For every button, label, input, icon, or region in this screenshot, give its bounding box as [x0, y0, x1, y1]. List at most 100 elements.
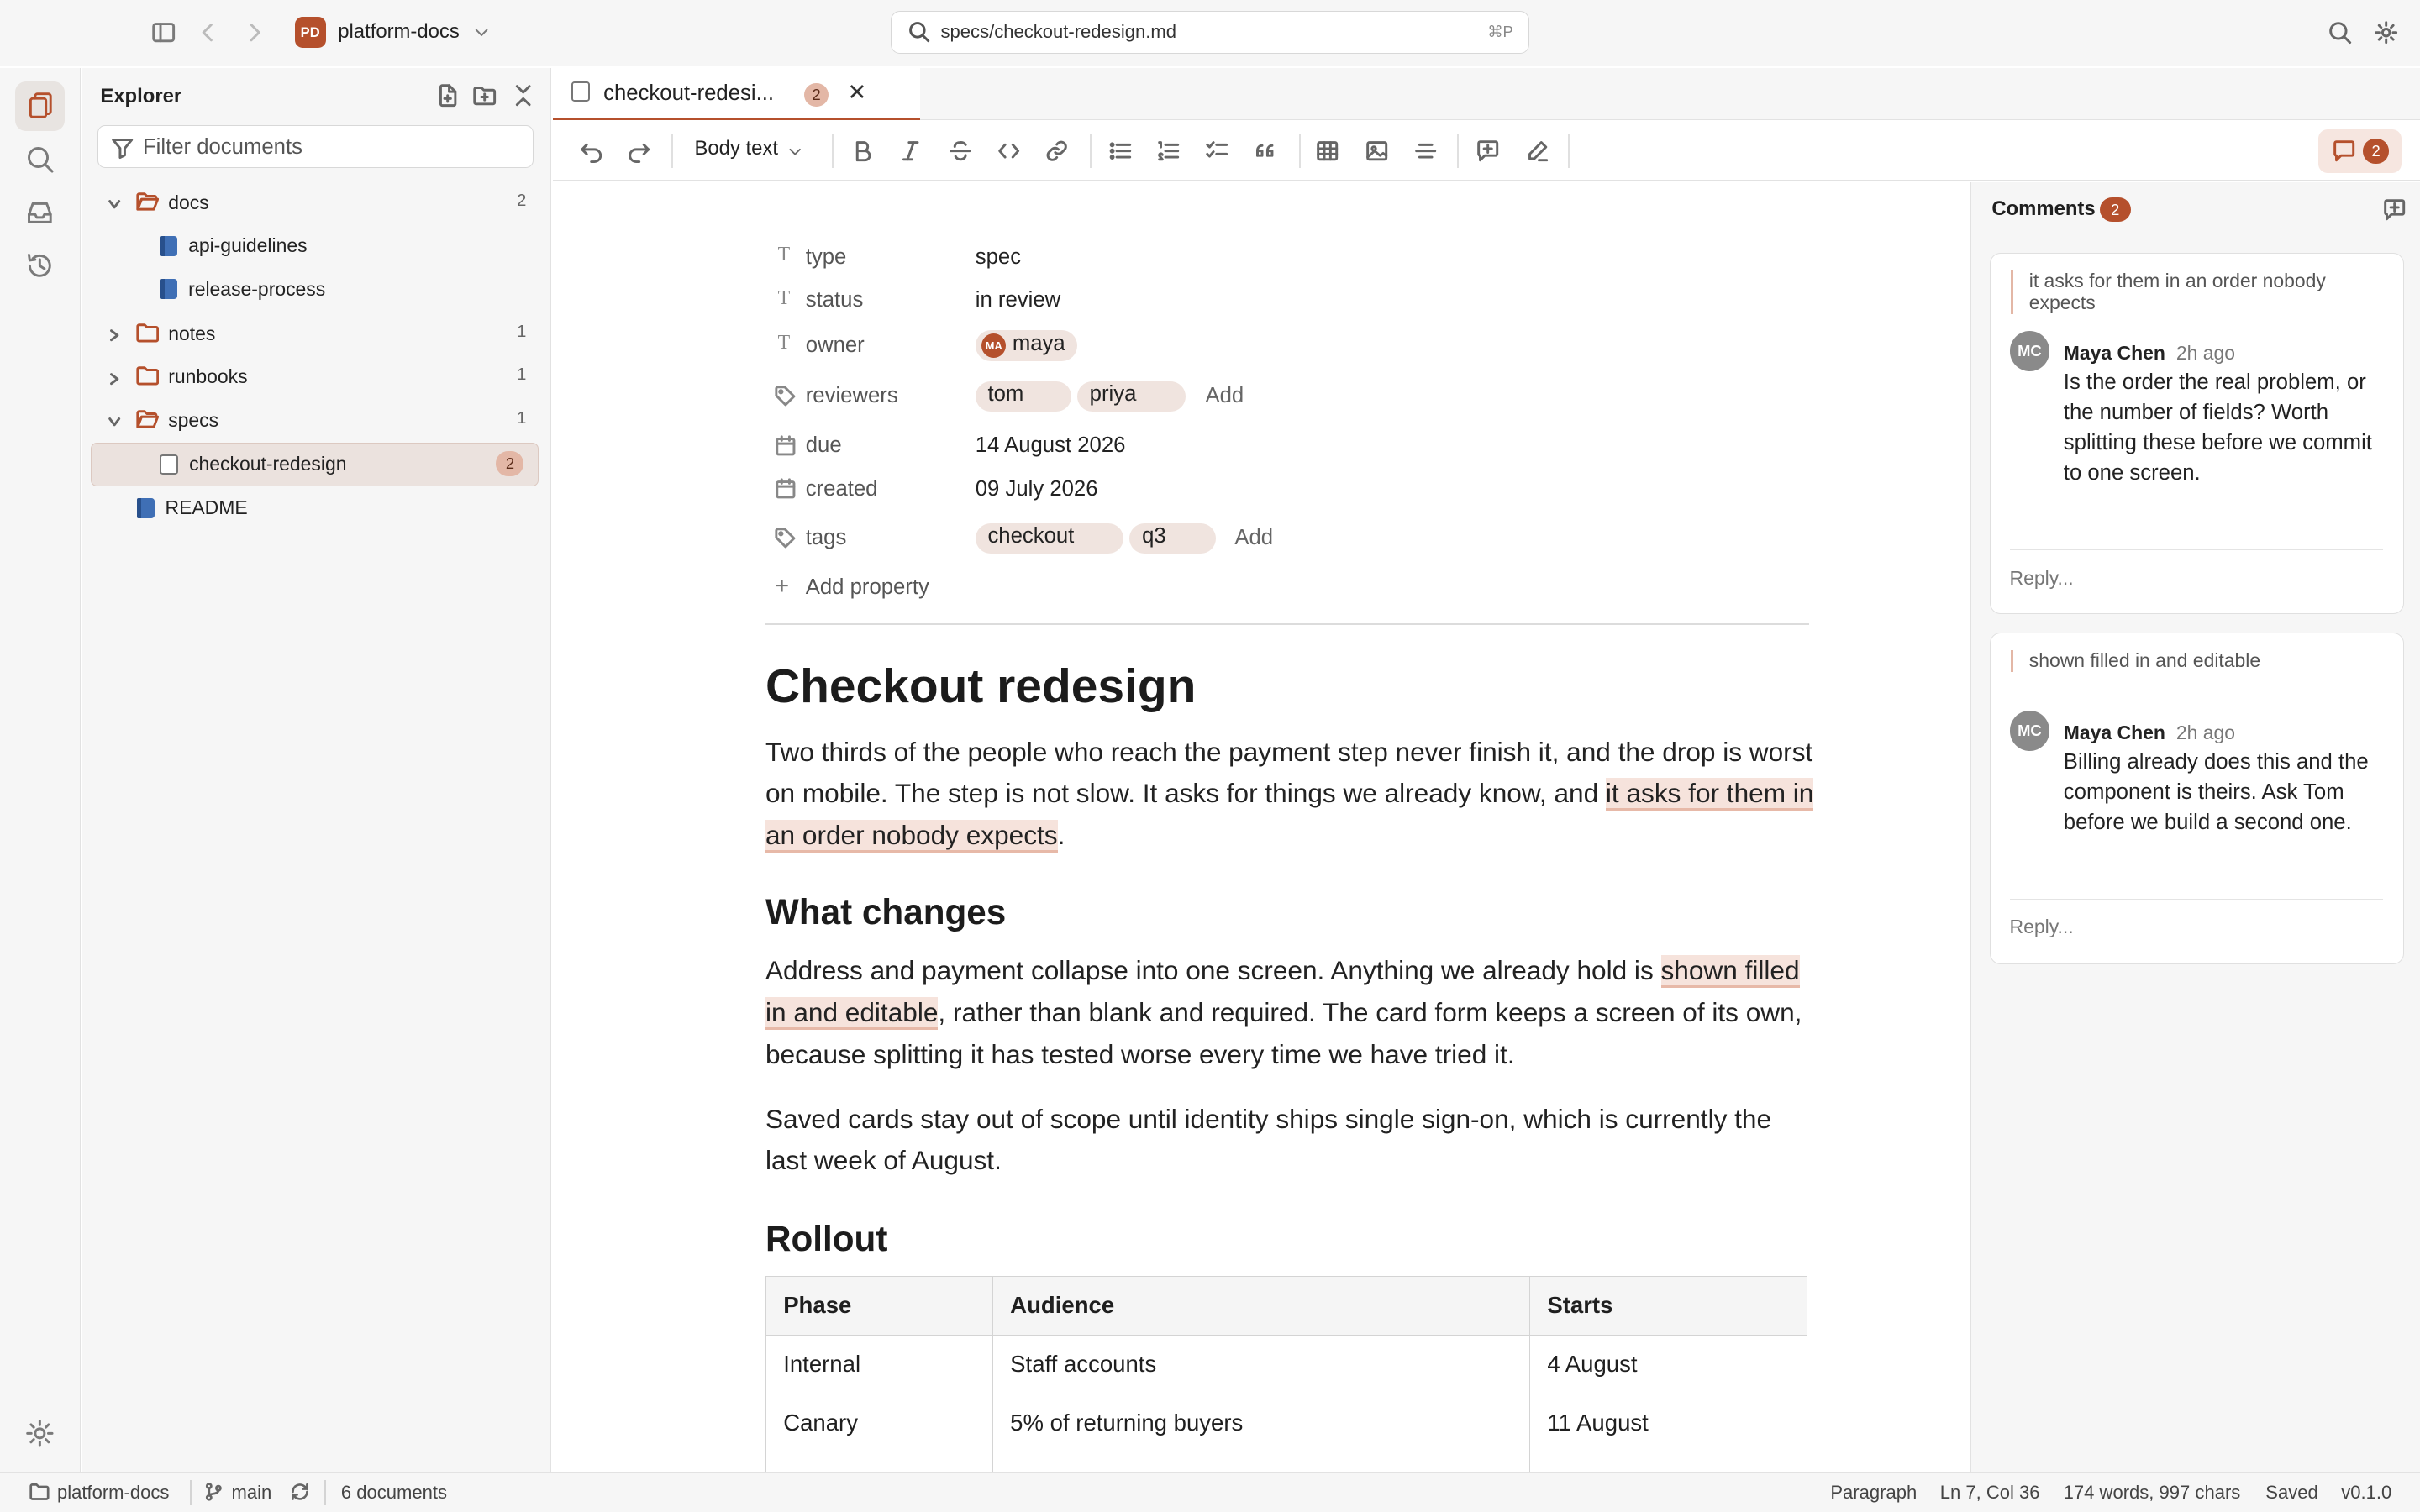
- property-tags[interactable]: tags checkout q3 Add: [765, 522, 1691, 557]
- status-word-count: 174 words, 997 chars: [2063, 1482, 2241, 1504]
- property-status[interactable]: T status in review: [765, 286, 1691, 319]
- tree-doc-api-guidelines[interactable]: api-guidelines: [91, 223, 539, 266]
- document-editor[interactable]: T type spec T status in review T owner M…: [552, 181, 1970, 1473]
- quote-icon[interactable]: [1247, 133, 1284, 170]
- table-cell[interactable]: 5% of returning buyers: [992, 1393, 1531, 1453]
- bold-icon[interactable]: [844, 133, 881, 170]
- tab-checkout-redesign[interactable]: checkout-redesi... 2 ✕: [552, 67, 920, 121]
- workspace-badge[interactable]: PD: [294, 17, 326, 48]
- inbox-icon[interactable]: [15, 188, 65, 238]
- link-icon[interactable]: [1039, 133, 1076, 170]
- table-cell[interactable]: 11 August: [1529, 1393, 1807, 1453]
- property-value[interactable]: in review: [976, 288, 1060, 312]
- numbered-list-icon[interactable]: [1150, 133, 1186, 170]
- owner-chip[interactable]: MA maya: [975, 330, 1077, 361]
- sidebar-toggle-icon[interactable]: [145, 14, 182, 51]
- comments-panel-toggle[interactable]: 2: [2317, 129, 2402, 173]
- table-cell[interactable]: Canary: [765, 1393, 993, 1453]
- table-cell[interactable]: [765, 1452, 993, 1473]
- command-search[interactable]: specs/checkout-redesign.md ⌘P: [890, 10, 1530, 55]
- property-value[interactable]: spec: [976, 245, 1021, 270]
- property-type[interactable]: T type spec: [765, 242, 1691, 276]
- bullet-list-icon[interactable]: [1102, 133, 1139, 170]
- property-owner[interactable]: T owner MA maya: [765, 330, 1691, 364]
- add-tag-button[interactable]: Add: [1234, 526, 1273, 550]
- comments-count-badge: 2: [2099, 197, 2131, 223]
- add-property-button[interactable]: + Add property: [765, 572, 1074, 606]
- tree-folder-specs[interactable]: specs 1: [91, 398, 539, 441]
- new-folder-icon[interactable]: [466, 77, 503, 114]
- inline-code-icon[interactable]: [991, 133, 1028, 170]
- horizontal-rule-icon[interactable]: [1407, 133, 1444, 170]
- comment-time: 2h ago: [2175, 721, 2236, 743]
- table-row: [765, 1452, 1807, 1473]
- table-cell[interactable]: 4 August: [1529, 1334, 1807, 1394]
- reviewer-chip[interactable]: priya: [1076, 381, 1186, 412]
- property-value[interactable]: 09 July 2026: [976, 477, 1098, 501]
- tag-chip[interactable]: checkout: [975, 522, 1124, 554]
- tree-label: release-process: [188, 277, 326, 300]
- property-key: status: [805, 288, 864, 312]
- paragraph: Two thirds of the people who reach the p…: [765, 732, 1815, 857]
- filter-documents-input[interactable]: Filter documents: [97, 124, 534, 169]
- block-format-select[interactable]: Body text: [695, 137, 778, 160]
- italic-icon[interactable]: [892, 133, 929, 170]
- chevron-down-icon[interactable]: [107, 194, 122, 209]
- history-icon[interactable]: [15, 241, 65, 291]
- close-icon[interactable]: ✕: [847, 79, 866, 106]
- chevron-down-icon[interactable]: [465, 15, 498, 49]
- tree-doc-readme[interactable]: README: [91, 486, 539, 529]
- new-comment-icon[interactable]: [2376, 192, 2413, 228]
- chevron-down-icon[interactable]: [780, 133, 811, 170]
- tree-folder-runbooks[interactable]: runbooks 1: [91, 354, 539, 397]
- search-panel-icon[interactable]: [15, 134, 65, 184]
- image-icon[interactable]: [1358, 133, 1395, 170]
- preferences-gear-icon[interactable]: [15, 1409, 65, 1458]
- tree-folder-notes[interactable]: notes 1: [91, 312, 539, 354]
- property-value[interactable]: 14 August 2026: [976, 433, 1126, 458]
- workspace-switcher[interactable]: platform-docs: [338, 20, 460, 44]
- status-branch[interactable]: main: [232, 1482, 272, 1504]
- collapse-all-icon[interactable]: [505, 77, 542, 114]
- folder-open-icon: [135, 192, 160, 212]
- folder-icon: [29, 1482, 50, 1502]
- comment-thread[interactable]: shown filled in and editable MC Maya Che…: [1990, 633, 2404, 964]
- add-comment-icon[interactable]: [1470, 133, 1507, 170]
- avatar: MA: [981, 333, 1007, 359]
- table-cell[interactable]: Internal: [765, 1334, 993, 1394]
- chevron-right-icon[interactable]: [107, 326, 122, 342]
- status-cursor[interactable]: Ln 7, Col 36: [1940, 1482, 2040, 1504]
- property-created[interactable]: created 09 July 2026: [765, 474, 1691, 507]
- rollout-table[interactable]: Phase Audience Starts Internal Staff acc…: [765, 1275, 1807, 1473]
- suggest-edit-icon[interactable]: [1518, 133, 1555, 170]
- sync-icon[interactable]: [290, 1482, 310, 1502]
- property-reviewers[interactable]: reviewers tom priya Add: [765, 381, 1691, 415]
- reviewer-chip[interactable]: tom: [975, 381, 1071, 412]
- tree-doc-checkout-redesign[interactable]: checkout-redesign 2: [91, 443, 539, 486]
- add-reviewer-button[interactable]: Add: [1205, 384, 1244, 408]
- strikethrough-icon[interactable]: [941, 133, 978, 170]
- property-due[interactable]: due 14 August 2026: [765, 430, 1691, 464]
- checklist-icon[interactable]: [1199, 133, 1236, 170]
- table-cell[interactable]: [992, 1452, 1531, 1473]
- back-arrow-icon[interactable]: [190, 14, 227, 51]
- undo-icon[interactable]: [572, 133, 609, 170]
- new-document-icon[interactable]: [429, 77, 466, 114]
- settings-gear-icon[interactable]: [2367, 14, 2404, 51]
- tree-doc-release-process[interactable]: release-process: [91, 267, 539, 310]
- comment-thread[interactable]: it asks for them in an order nobody expe…: [1990, 253, 2404, 614]
- table-cell[interactable]: [1529, 1452, 1807, 1473]
- tree-folder-docs[interactable]: docs 2: [91, 181, 539, 223]
- tag-chip[interactable]: q3: [1129, 522, 1217, 554]
- chevron-down-icon[interactable]: [107, 412, 122, 427]
- table-cell[interactable]: Staff accounts: [992, 1334, 1531, 1394]
- reply-input[interactable]: Reply...: [2010, 916, 2074, 938]
- chevron-right-icon[interactable]: [107, 369, 122, 385]
- forward-arrow-icon[interactable]: [236, 14, 273, 51]
- status-workspace[interactable]: platform-docs: [57, 1482, 169, 1504]
- global-search-icon[interactable]: [2321, 14, 2358, 51]
- files-icon[interactable]: [15, 81, 66, 132]
- reply-input[interactable]: Reply...: [2010, 567, 2074, 590]
- table-icon[interactable]: [1309, 133, 1346, 170]
- redo-icon[interactable]: [620, 133, 657, 170]
